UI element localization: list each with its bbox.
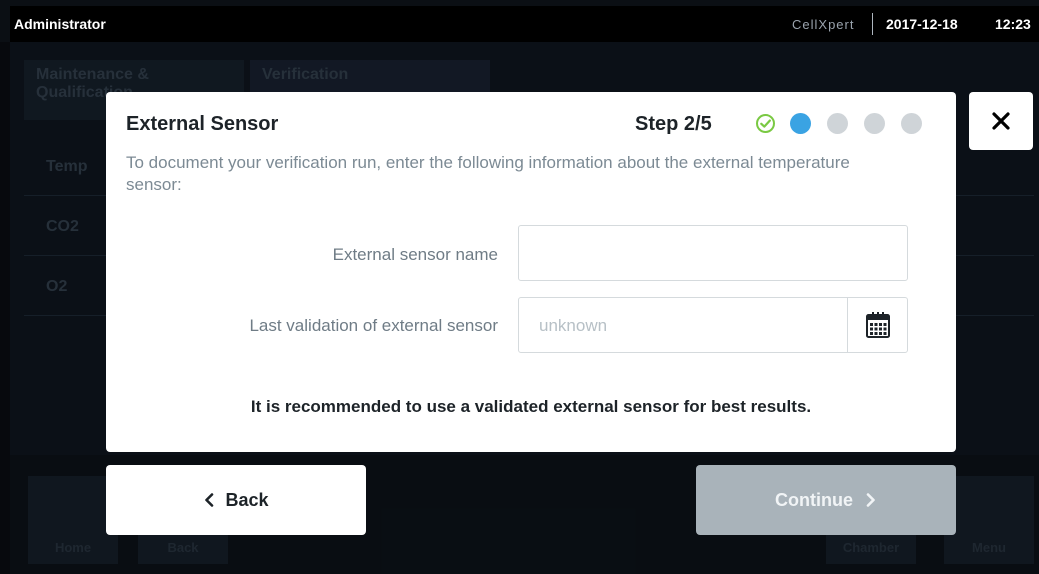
sensor-name-input[interactable] bbox=[518, 225, 908, 281]
calendar-icon[interactable] bbox=[847, 298, 907, 352]
last-validation-label: Last validation of external sensor bbox=[249, 316, 498, 335]
time-display: 12:23 bbox=[995, 16, 1031, 32]
step-2-dot bbox=[790, 113, 811, 134]
back-button[interactable]: Back bbox=[106, 465, 366, 535]
step-indicator: Step 2/5 bbox=[635, 113, 712, 135]
step-3-dot bbox=[827, 113, 848, 134]
continue-button-label: Continue bbox=[775, 489, 853, 510]
sensor-name-label: External sensor name bbox=[332, 245, 498, 264]
top-status-bar: Administrator CellXpert 2017-12-18 12:23 bbox=[10, 6, 1039, 42]
step-1-check-circle-icon bbox=[755, 113, 776, 134]
back-button-label: Back bbox=[225, 489, 269, 510]
last-validation-date-input[interactable]: unknown bbox=[518, 297, 908, 353]
brand-logo: CellXpert bbox=[792, 17, 855, 32]
date-display: 2017-12-18 bbox=[886, 16, 958, 32]
recommendation-note: It is recommended to use a validated ext… bbox=[250, 397, 812, 416]
divider bbox=[872, 13, 873, 35]
chevron-left-icon bbox=[205, 493, 214, 507]
step-5-dot bbox=[901, 113, 922, 134]
external-sensor-dialog: External Sensor Step 2/5 To document you… bbox=[106, 92, 956, 452]
dialog-title: External Sensor bbox=[126, 113, 279, 135]
user-name: Administrator bbox=[14, 16, 106, 32]
step-4-dot bbox=[864, 113, 885, 134]
close-button[interactable] bbox=[969, 92, 1033, 150]
dialog-intro-text: To document your verification run, enter… bbox=[126, 153, 850, 194]
chevron-right-icon bbox=[866, 493, 875, 507]
continue-button[interactable]: Continue bbox=[696, 465, 956, 535]
close-icon bbox=[992, 112, 1010, 130]
last-validation-placeholder: unknown bbox=[539, 316, 608, 335]
